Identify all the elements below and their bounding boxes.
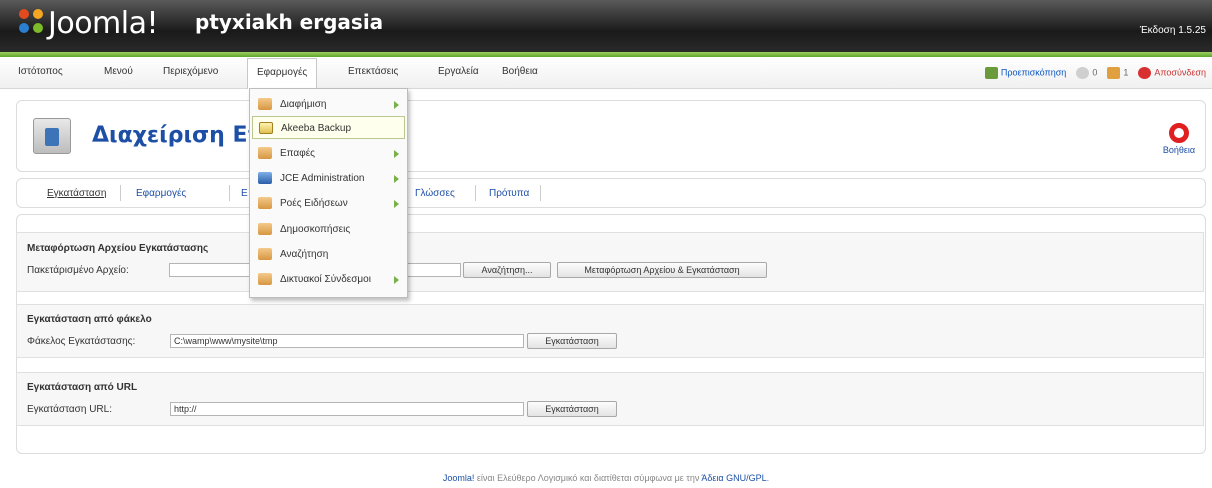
site-name: ptyxiakh ergasia [195, 10, 384, 34]
install-from-url-section: Εγκατάσταση από URL Εγκατάσταση URL: htt… [16, 372, 1204, 426]
lifebuoy-icon [1169, 123, 1189, 143]
menu-extensions[interactable]: Επεκτάσεις [348, 66, 398, 77]
folder-icon [258, 197, 272, 209]
menu-site[interactable]: Ιστότοπος [18, 66, 63, 77]
folder-icon [258, 147, 272, 159]
menu-tools[interactable]: Εργαλεία [438, 66, 479, 77]
admin-header: Joomla! ptyxiakh ergasia Έκδοση 1.5.25 [0, 0, 1212, 57]
folder-icon [258, 223, 272, 235]
footer-end: . [766, 473, 770, 483]
menu-components[interactable]: Εφαρμογές [247, 58, 318, 89]
section-title: Εγκατάσταση από φάκελο [27, 314, 152, 325]
tab-languages[interactable]: Γλώσσες [415, 188, 455, 199]
install-folder-input[interactable]: C:\wamp\www\mysite\tmp [170, 334, 524, 348]
messages-count[interactable]: 0 [1076, 67, 1097, 79]
menu-menus[interactable]: Μενού [104, 66, 133, 77]
logout-label: Αποσύνδεση [1154, 67, 1206, 78]
folder-icon [258, 273, 272, 285]
preview-icon [984, 67, 998, 79]
jce-icon [258, 172, 272, 184]
dropdown-item-polls[interactable]: Δημοσκοπήσεις [252, 218, 405, 241]
dropdown-item-weblinks[interactable]: Δικτυακοί Σύνδεσμοι [252, 268, 405, 291]
tab-divider [540, 185, 541, 201]
install-url-button[interactable]: Εγκατάσταση [527, 401, 617, 417]
dropdown-item-banners[interactable]: Διαφήμιση [252, 93, 405, 116]
dropdown-item-label: Ροές Ειδήσεων [280, 198, 348, 209]
section-title: Μεταφόρτωση Αρχείου Εγκατάστασης [27, 243, 209, 254]
joomla-link[interactable]: Joomla! [443, 473, 475, 483]
status-area: Προεπισκόπηση 0 1 Αποσύνδεση [984, 65, 1206, 81]
dropdown-item-akeeba[interactable]: Akeeba Backup [252, 116, 405, 139]
messages-icon [1076, 67, 1090, 79]
section-title: Εγκατάσταση από URL [27, 382, 138, 393]
dropdown-item-jce[interactable]: JCE Administration [252, 167, 405, 190]
install-from-folder-section: Εγκατάσταση από φάκελο Φάκελος Εγκατάστα… [16, 304, 1204, 358]
dropdown-item-contacts[interactable]: Επαφές [252, 142, 405, 165]
dropdown-item-label: Δικτυακοί Σύνδεσμοι [280, 274, 371, 285]
preview-label: Προεπισκόπηση [1000, 67, 1067, 78]
main-menubar: Ιστότοπος Μενού Περιεχόμενο Εφαρμογές Επ… [0, 57, 1212, 89]
version-label: Έκδοση 1.5.25 [1139, 25, 1206, 36]
folder-label: Φάκελος Εγκατάστασης: [27, 336, 136, 347]
tab-divider [120, 185, 121, 201]
help-label: Βοήθεια [1162, 145, 1196, 155]
tab-components[interactable]: Εφαρμογές [136, 188, 186, 199]
joomla-logo-text: Joomla! [48, 6, 159, 41]
install-manager-icon [33, 118, 71, 154]
dropdown-item-label: Akeeba Backup [281, 123, 352, 134]
users-count[interactable]: 1 [1107, 67, 1128, 79]
toolbar-box: Διαχείριση Επ Βοήθεια [16, 100, 1206, 172]
dropdown-item-label: JCE Administration [280, 173, 365, 184]
submenu-arrow-icon [394, 276, 399, 284]
tab-divider [475, 185, 476, 201]
preview-link[interactable]: Προεπισκόπηση [984, 67, 1067, 79]
tab-templates[interactable]: Πρότυπα [489, 188, 529, 199]
users-count-label: 1 [1123, 67, 1129, 78]
dropdown-item-label: Επαφές [280, 148, 315, 159]
dropdown-item-search[interactable]: Αναζήτηση [252, 243, 405, 266]
help-button[interactable]: Βοήθεια [1159, 123, 1199, 155]
submenu-arrow-icon [394, 101, 399, 109]
tab-install[interactable]: Εγκατάσταση [47, 188, 106, 199]
install-folder-button[interactable]: Εγκατάσταση [527, 333, 617, 349]
url-label: Εγκατάσταση URL: [27, 404, 112, 415]
dropdown-item-newsfeeds[interactable]: Ροές Ειδήσεων [252, 192, 405, 215]
folder-icon [258, 248, 272, 260]
users-icon [1107, 67, 1121, 79]
menu-content[interactable]: Περιεχόμενο [163, 66, 218, 77]
footer-text: είναι Ελεύθερο Λογισμικό και διατίθεται … [474, 473, 702, 483]
messages-count-label: 0 [1092, 67, 1098, 78]
submenu-tabs: Εγκατάσταση Εφαρμογές Ε Γλώσσες Πρότυπα [16, 178, 1206, 208]
dropdown-item-label: Δημοσκοπήσεις [280, 224, 351, 235]
components-dropdown: Διαφήμιση Akeeba Backup Επαφές JCE Admin… [249, 88, 408, 298]
logout-link[interactable]: Αποσύνδεση [1138, 67, 1206, 79]
akeeba-icon [259, 122, 273, 134]
dropdown-item-label: Αναζήτηση [280, 249, 329, 260]
dropdown-item-label: Διαφήμιση [280, 99, 327, 110]
joomla-logo-icon [19, 9, 43, 33]
submenu-arrow-icon [394, 150, 399, 158]
submenu-arrow-icon [394, 200, 399, 208]
license-link[interactable]: Άδεια GNU/GPL [701, 473, 766, 483]
page-title: Διαχείριση Επ [92, 123, 265, 148]
browse-button[interactable]: Αναζήτηση... [463, 262, 551, 278]
submenu-arrow-icon [394, 175, 399, 183]
upload-install-button[interactable]: Μεταφόρτωση Αρχείου & Εγκατάσταση [557, 262, 767, 278]
footer: Joomla! είναι Ελεύθερο Λογισμικό και δια… [0, 473, 1212, 483]
folder-icon [258, 98, 272, 110]
install-url-input[interactable]: http:// [170, 402, 524, 416]
tab-e[interactable]: Ε [241, 188, 248, 199]
upload-package-section: Μεταφόρτωση Αρχείου Εγκατάστασης Πακετάρ… [16, 232, 1204, 292]
logout-icon [1138, 67, 1152, 79]
menu-help[interactable]: Βοήθεια [502, 66, 538, 77]
tab-divider [229, 185, 230, 201]
upload-label: Πακετάρισμένο Αρχείο: [27, 265, 129, 276]
